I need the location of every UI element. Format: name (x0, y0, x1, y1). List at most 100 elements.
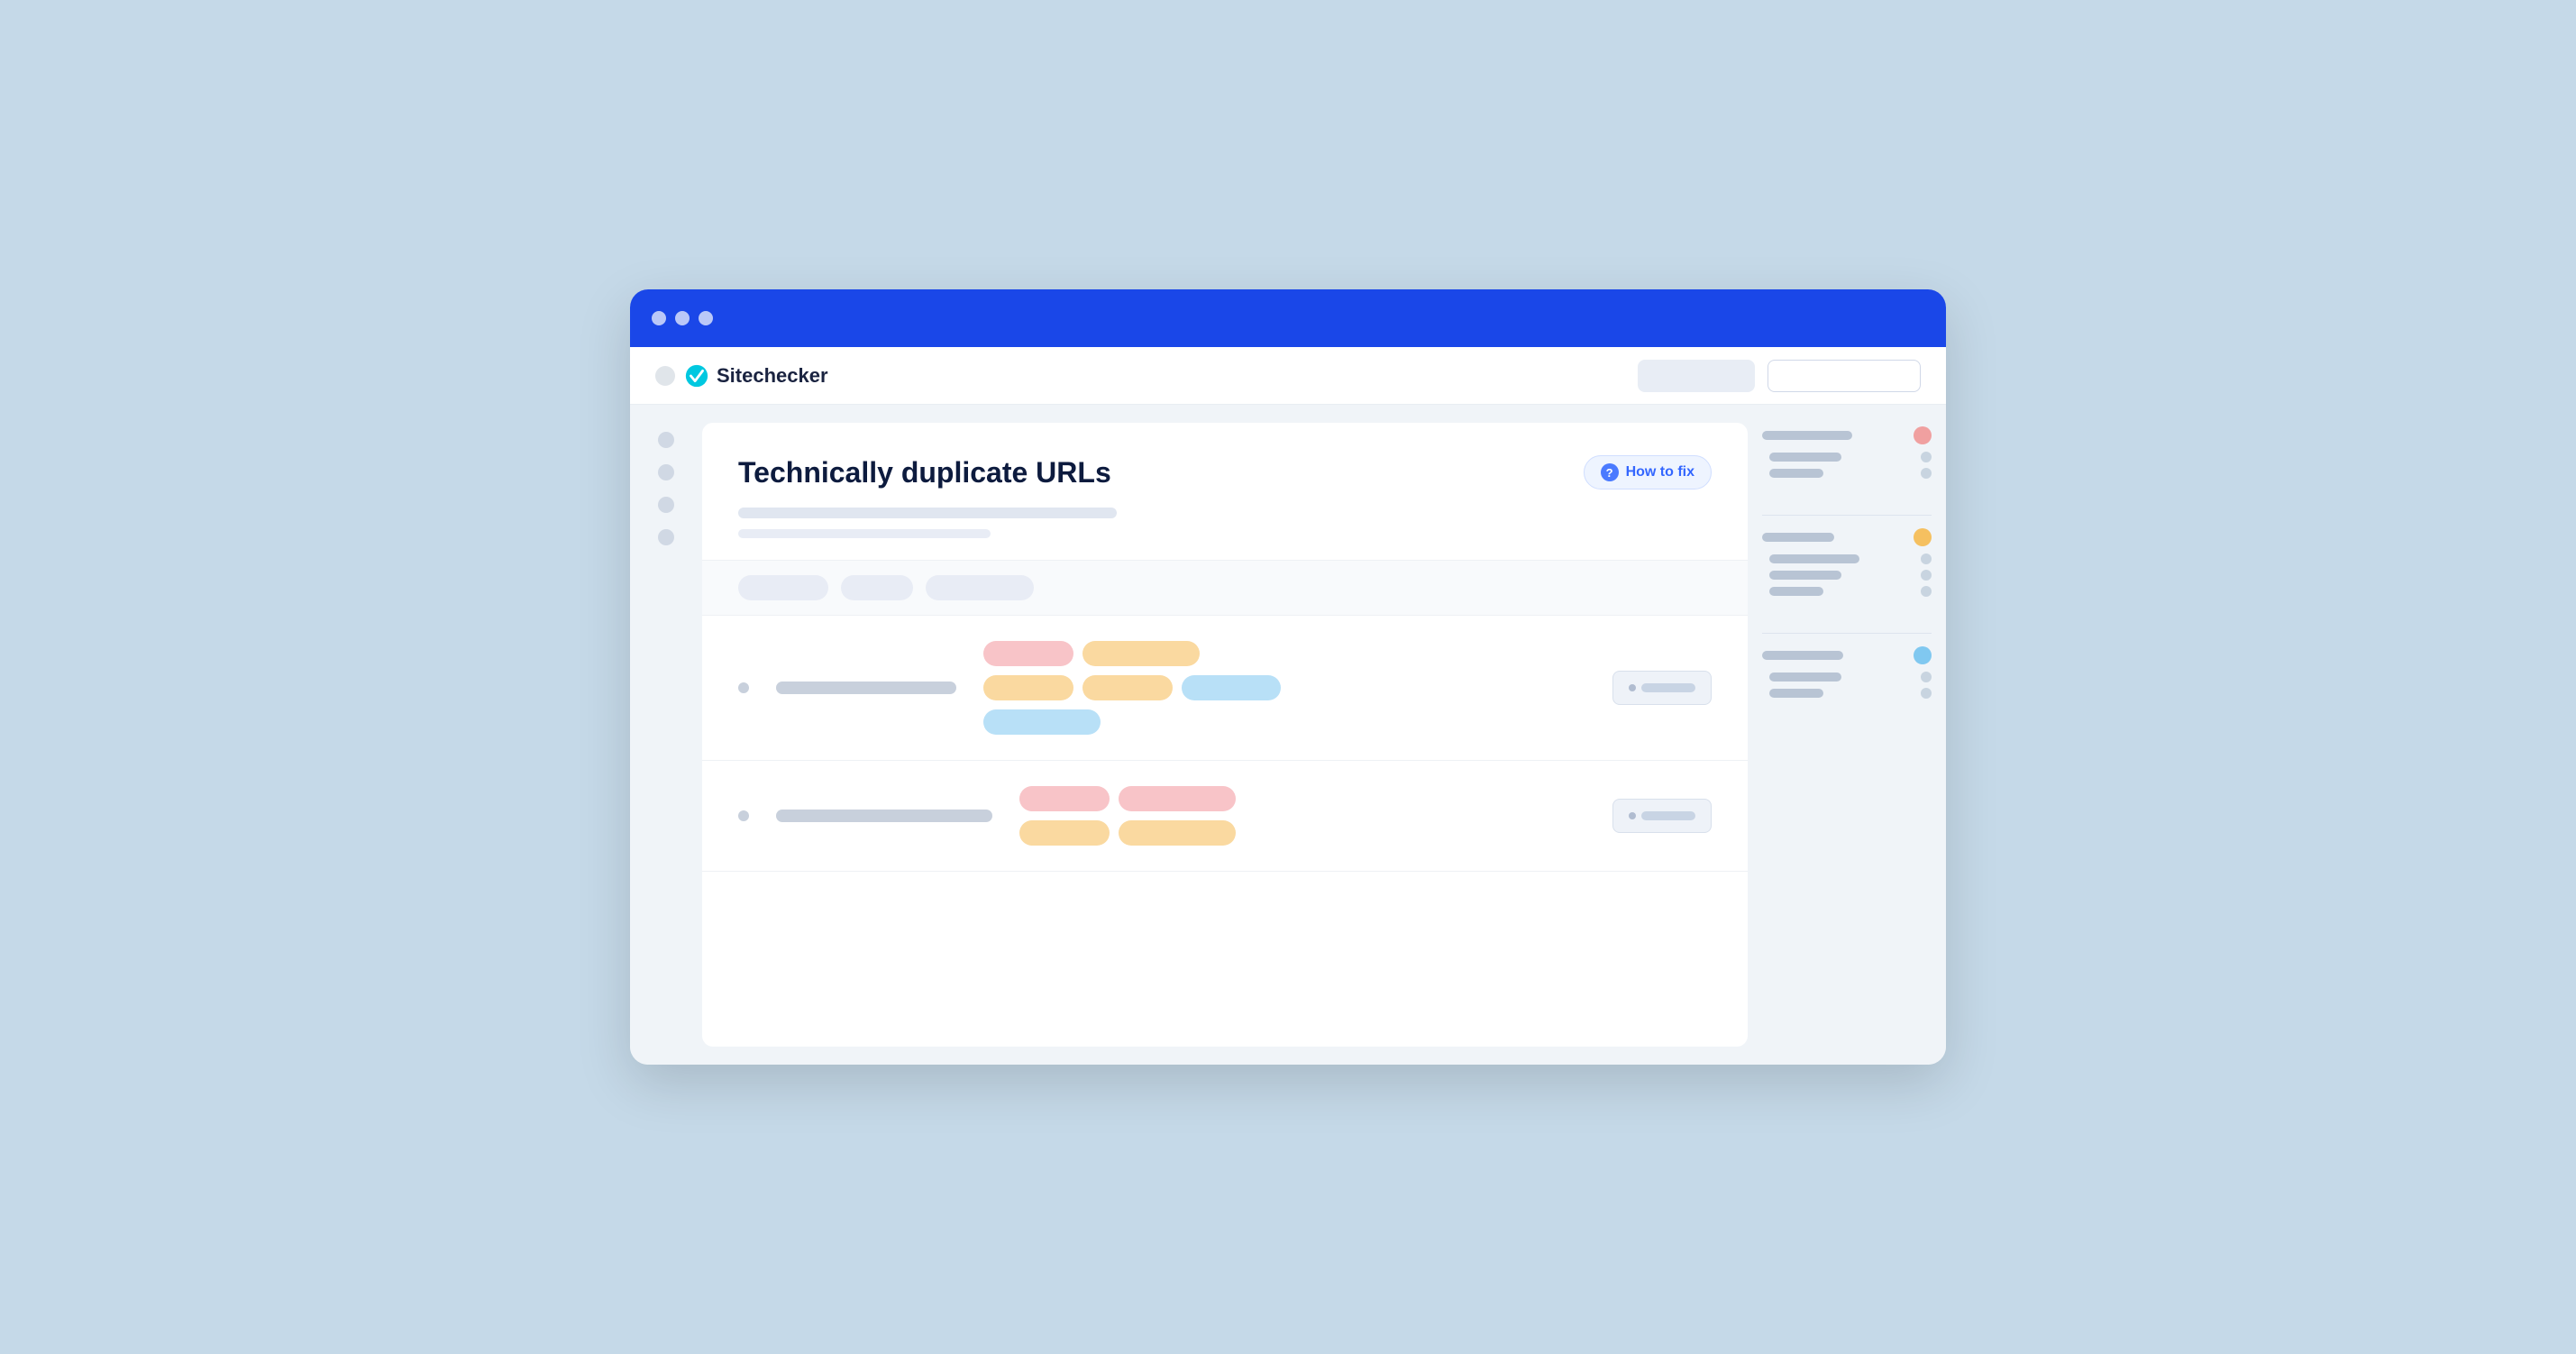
rs-sub-dot-2 (1921, 468, 1932, 479)
help-icon: ? (1601, 463, 1619, 481)
rs-sub-item-4 (1762, 570, 1932, 581)
title-bar (630, 289, 1946, 347)
logo-icon: Sitechecker (684, 363, 828, 389)
page-title: Technically duplicate URLs (738, 456, 1111, 489)
rs-section-2 (1762, 528, 1932, 602)
rs-badge-blue (1914, 646, 1932, 664)
table-row (702, 616, 1748, 761)
rs-badge-orange (1914, 528, 1932, 546)
dot-3 (699, 311, 713, 325)
rs-sub-dot-7 (1921, 688, 1932, 699)
rs-sub-item (1762, 452, 1932, 462)
rs-sub-label-6 (1769, 672, 1841, 682)
rs-label-2 (1762, 533, 1834, 542)
nav-bar: Sitechecker (630, 347, 1946, 405)
nav-button-1[interactable] (1638, 360, 1755, 392)
rs-item-2 (1762, 528, 1932, 546)
row-action-button-2[interactable] (1612, 799, 1712, 833)
action-pill (1641, 683, 1695, 692)
how-to-fix-label: How to fix (1626, 464, 1694, 480)
filter-pill-1[interactable] (738, 575, 828, 600)
rs-divider-2 (1762, 633, 1932, 634)
rs-sub-dot (1921, 452, 1932, 462)
tag-orange-3 (1082, 675, 1173, 700)
rs-label-3 (1762, 651, 1843, 660)
row-action-button-1[interactable] (1612, 671, 1712, 705)
how-to-fix-button[interactable]: ? How to fix (1584, 455, 1712, 489)
dot-2 (675, 311, 690, 325)
rs-sub-label-2 (1769, 469, 1823, 478)
page-header: Technically duplicate URLs ? How to fix (702, 423, 1748, 561)
rs-sub-dot-6 (1921, 672, 1932, 682)
action-dot (1629, 684, 1636, 691)
sidebar-left (630, 405, 702, 1065)
tag-orange-5 (1119, 820, 1236, 846)
nav-button-2[interactable] (1768, 360, 1921, 392)
sidebar-dot-3 (658, 497, 674, 513)
tags-row-2 (983, 675, 1585, 700)
table-row (702, 761, 1748, 872)
tag-orange-4 (1019, 820, 1110, 846)
rs-sub-label-3 (1769, 554, 1859, 563)
rs-sub-dot-4 (1921, 570, 1932, 581)
rs-sub-label-7 (1769, 689, 1823, 698)
tag-orange-2 (983, 675, 1073, 700)
main-content: Technically duplicate URLs ? How to fix (630, 405, 1946, 1065)
filter-pill-3[interactable] (926, 575, 1034, 600)
description-line-1 (738, 508, 1117, 518)
tag-pink-2 (1019, 786, 1110, 811)
rs-sub-item-6 (1762, 672, 1932, 682)
tags-area-2 (1019, 786, 1585, 846)
rs-sub-dot-5 (1921, 586, 1932, 597)
tag-blue-2 (983, 709, 1101, 735)
row-indicator-2 (738, 810, 749, 821)
traffic-lights (652, 311, 713, 325)
rs-sub-item-7 (1762, 688, 1932, 699)
action-pill-2 (1641, 811, 1695, 820)
rs-sub-item-5 (1762, 586, 1932, 597)
tags-row-1 (983, 641, 1585, 666)
checkmark-icon (684, 363, 709, 389)
rs-sub-item-2 (1762, 468, 1932, 479)
rs-section-1 (1762, 426, 1932, 484)
rs-sub-label-4 (1769, 571, 1841, 580)
rs-item-3 (1762, 646, 1932, 664)
sidebar-dot-1 (658, 432, 674, 448)
description-line-2 (738, 529, 991, 538)
tag-pink-1 (983, 641, 1073, 666)
center-panel: Technically duplicate URLs ? How to fix (702, 423, 1748, 1047)
tag-orange-1 (1082, 641, 1200, 666)
tags-row-4 (1019, 786, 1585, 811)
rs-badge-red (1914, 426, 1932, 444)
table-rows (702, 616, 1748, 1047)
rs-item (1762, 426, 1932, 444)
rs-sub-label (1769, 453, 1841, 462)
rs-sub-item-3 (1762, 553, 1932, 564)
sidebar-right (1748, 405, 1946, 1065)
rs-sub-label-5 (1769, 587, 1823, 596)
sidebar-dot-2 (658, 464, 674, 480)
rs-divider-1 (1762, 515, 1932, 516)
rs-sub-dot-3 (1921, 553, 1932, 564)
logo-text: Sitechecker (717, 364, 828, 388)
browser-window: Sitechecker Technically duplicate URLs (630, 289, 1946, 1065)
tag-pink-3 (1119, 786, 1236, 811)
row-url (776, 682, 956, 694)
sidebar-dot-4 (658, 529, 674, 545)
tags-row-5 (1019, 820, 1585, 846)
nav-buttons (1638, 360, 1921, 392)
logo-area: Sitechecker (655, 363, 828, 389)
rs-label (1762, 431, 1852, 440)
page-title-row: Technically duplicate URLs ? How to fix (738, 455, 1712, 489)
rs-section-3 (1762, 646, 1932, 704)
tags-area (983, 641, 1585, 735)
filter-bar (702, 561, 1748, 616)
tag-blue-1 (1182, 675, 1281, 700)
filter-pill-2[interactable] (841, 575, 913, 600)
row-url-2 (776, 810, 992, 822)
logo-circle (655, 366, 675, 386)
tags-row-3 (983, 709, 1585, 735)
dot-1 (652, 311, 666, 325)
row-indicator (738, 682, 749, 693)
action-dot-2 (1629, 812, 1636, 819)
